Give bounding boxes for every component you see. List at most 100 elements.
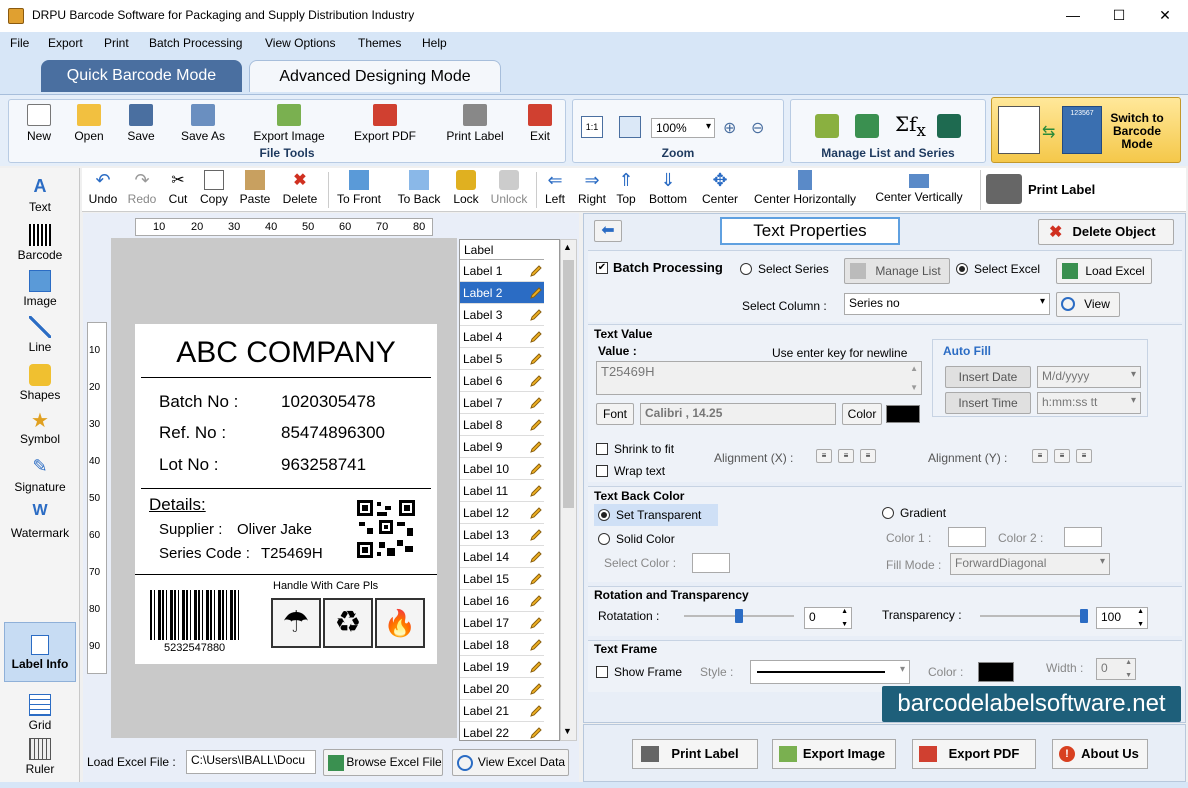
zoom-out-icon[interactable]: ⊖ xyxy=(751,118,764,138)
label-list-item[interactable]: Label 1 xyxy=(460,260,544,282)
image-tool[interactable]: Image xyxy=(4,270,76,308)
menu-file[interactable]: File xyxy=(10,36,29,50)
tab-advanced-designing-mode[interactable]: Advanced Designing Mode xyxy=(249,60,501,92)
series-code-label[interactable]: Series Code : xyxy=(159,545,250,562)
edit-pencil-icon[interactable] xyxy=(528,593,544,609)
shapes-tool[interactable]: Shapes xyxy=(4,364,76,402)
label-list-item[interactable]: Label 16 xyxy=(460,590,544,612)
ref-no-value[interactable]: 85474896300 xyxy=(281,423,385,443)
excel-path-input[interactable]: C:\Users\IBALL\Docu xyxy=(186,750,316,774)
scroll-down-icon[interactable]: ▼ xyxy=(910,383,918,392)
align-x-left-icon[interactable]: ≡ xyxy=(816,449,832,463)
save-as-button[interactable]: Save As xyxy=(175,104,231,143)
stepper-up-icon[interactable]: ▲ xyxy=(1125,659,1132,666)
undo-button[interactable]: ↶ Undo xyxy=(88,170,118,206)
delete-button[interactable]: ✖ Delete xyxy=(280,170,320,206)
ref-no-label[interactable]: Ref. No : xyxy=(159,423,226,443)
lot-no-value[interactable]: 963258741 xyxy=(281,455,366,475)
align-x-center-icon[interactable]: ≡ xyxy=(838,449,854,463)
label-list-item[interactable]: Label 11 xyxy=(460,480,544,502)
close-icon[interactable]: ✕ xyxy=(1142,0,1188,30)
label-list-item[interactable]: Label 5 xyxy=(460,348,544,370)
fit-to-window-icon[interactable] xyxy=(619,116,641,138)
label-list-item[interactable]: Label 13 xyxy=(460,524,544,546)
to-back-button[interactable]: To Back xyxy=(394,170,444,206)
grid-tool[interactable]: Grid xyxy=(4,694,76,732)
exit-button[interactable]: Exit xyxy=(523,104,557,143)
label-list-item[interactable]: Label 19 xyxy=(460,656,544,678)
excel-import-icon[interactable] xyxy=(855,114,879,138)
center-horizontally-button[interactable]: Center Horizontally xyxy=(748,170,862,206)
unlock-button[interactable]: Unlock xyxy=(488,170,530,206)
edit-pencil-icon[interactable] xyxy=(528,329,544,345)
fill-mode-select[interactable]: ForwardDiagonal ▾ xyxy=(950,553,1110,575)
cut-button[interactable]: ✂ Cut xyxy=(166,170,190,206)
back-arrow-icon[interactable]: ⬅ xyxy=(594,220,622,242)
rotation-slider[interactable] xyxy=(684,609,794,623)
frame-width-input[interactable]: 0 ▲ ▼ xyxy=(1096,658,1136,680)
label-design[interactable]: ABC COMPANY Batch No : 1020305478 Ref. N… xyxy=(135,324,437,664)
zoom-select[interactable]: 100% ▾ xyxy=(651,118,715,138)
print-label-button[interactable]: Print Label xyxy=(437,104,513,143)
bottom-export-pdf-button[interactable]: Export PDF xyxy=(912,739,1036,769)
edit-pencil-icon[interactable] xyxy=(528,395,544,411)
label-list-item[interactable]: Label 20 xyxy=(460,678,544,700)
umbrella-icon[interactable]: ☂ xyxy=(271,598,321,648)
label-list-item[interactable]: Label 6 xyxy=(460,370,544,392)
align-center-button[interactable]: ✥ Center xyxy=(698,170,742,206)
scroll-thumb[interactable] xyxy=(563,260,574,508)
barcode-graphic[interactable] xyxy=(150,590,242,640)
details-title[interactable]: Details: xyxy=(149,495,206,515)
label-list-item[interactable]: Label 14 xyxy=(460,546,544,568)
center-vertically-button[interactable]: Center Vertically xyxy=(870,170,968,204)
view-excel-data-button[interactable]: View Excel Data xyxy=(452,749,569,776)
label-list-item[interactable]: Label 9 xyxy=(460,436,544,458)
new-button[interactable]: New xyxy=(19,104,59,143)
edit-pencil-icon[interactable] xyxy=(528,659,544,675)
stepper-down-icon[interactable]: ▼ xyxy=(1125,672,1132,679)
align-left-button[interactable]: ⇐ Left xyxy=(542,170,568,206)
text-color-swatch[interactable] xyxy=(886,405,920,423)
stepper-up-icon[interactable]: ▲ xyxy=(841,608,848,615)
label-list-item[interactable]: Label 4 xyxy=(460,326,544,348)
label-list-item[interactable]: Label 12 xyxy=(460,502,544,524)
menu-export[interactable]: Export xyxy=(48,36,83,50)
toolbar-print-label-button[interactable]: Print Label xyxy=(986,172,1116,208)
menu-themes[interactable]: Themes xyxy=(358,36,401,50)
color-button[interactable]: Color xyxy=(842,403,882,425)
menu-help[interactable]: Help xyxy=(422,36,447,50)
recycle-icon[interactable]: ♻ xyxy=(323,598,373,648)
align-top-button[interactable]: ⇑ Top xyxy=(614,170,638,206)
edit-pencil-icon[interactable] xyxy=(528,373,544,389)
label-list-item[interactable]: Label 21 xyxy=(460,700,544,722)
delete-object-button[interactable]: ✖ Delete Object xyxy=(1038,219,1174,245)
formula-icon[interactable]: Σfx xyxy=(895,112,926,140)
show-frame-checkbox[interactable] xyxy=(596,666,608,678)
label-list-scrollbar[interactable]: ▲ ▼ xyxy=(560,239,577,741)
series-swap-icon[interactable] xyxy=(937,114,961,138)
zoom-in-icon[interactable]: ⊕ xyxy=(723,118,736,138)
export-pdf-button[interactable]: Export PDF xyxy=(347,104,423,143)
label-list-item[interactable]: Label 7 xyxy=(460,392,544,414)
label-list-item[interactable]: Label 2 xyxy=(460,282,544,304)
edit-pencil-icon[interactable] xyxy=(528,285,544,301)
transparency-slider-thumb[interactable] xyxy=(1080,609,1088,623)
edit-pencil-icon[interactable] xyxy=(528,571,544,587)
ruler-tool[interactable]: Ruler xyxy=(4,738,76,776)
line-tool[interactable]: Line xyxy=(4,316,76,354)
menu-view-options[interactable]: View Options xyxy=(265,36,335,50)
watermark-tool[interactable]: W Watermark xyxy=(4,502,76,540)
batch-no-label[interactable]: Batch No : xyxy=(159,392,238,412)
scroll-up-icon[interactable]: ▲ xyxy=(910,364,918,373)
series-code-value[interactable]: T25469H xyxy=(261,545,323,562)
shrink-to-fit-checkbox[interactable] xyxy=(596,443,608,455)
label-list-item[interactable]: Label 17 xyxy=(460,612,544,634)
export-image-button[interactable]: Export Image xyxy=(247,104,331,143)
tab-quick-barcode-mode[interactable]: Quick Barcode Mode xyxy=(41,60,242,92)
menu-batch-processing[interactable]: Batch Processing xyxy=(149,36,242,50)
symbol-tool[interactable]: ★ Symbol xyxy=(4,408,76,446)
load-excel-button[interactable]: Load Excel xyxy=(1056,258,1152,284)
align-bottom-button[interactable]: ⇓ Bottom xyxy=(646,170,690,206)
align-y-bottom-icon[interactable]: ≡ xyxy=(1076,449,1092,463)
to-front-button[interactable]: To Front xyxy=(334,170,384,206)
